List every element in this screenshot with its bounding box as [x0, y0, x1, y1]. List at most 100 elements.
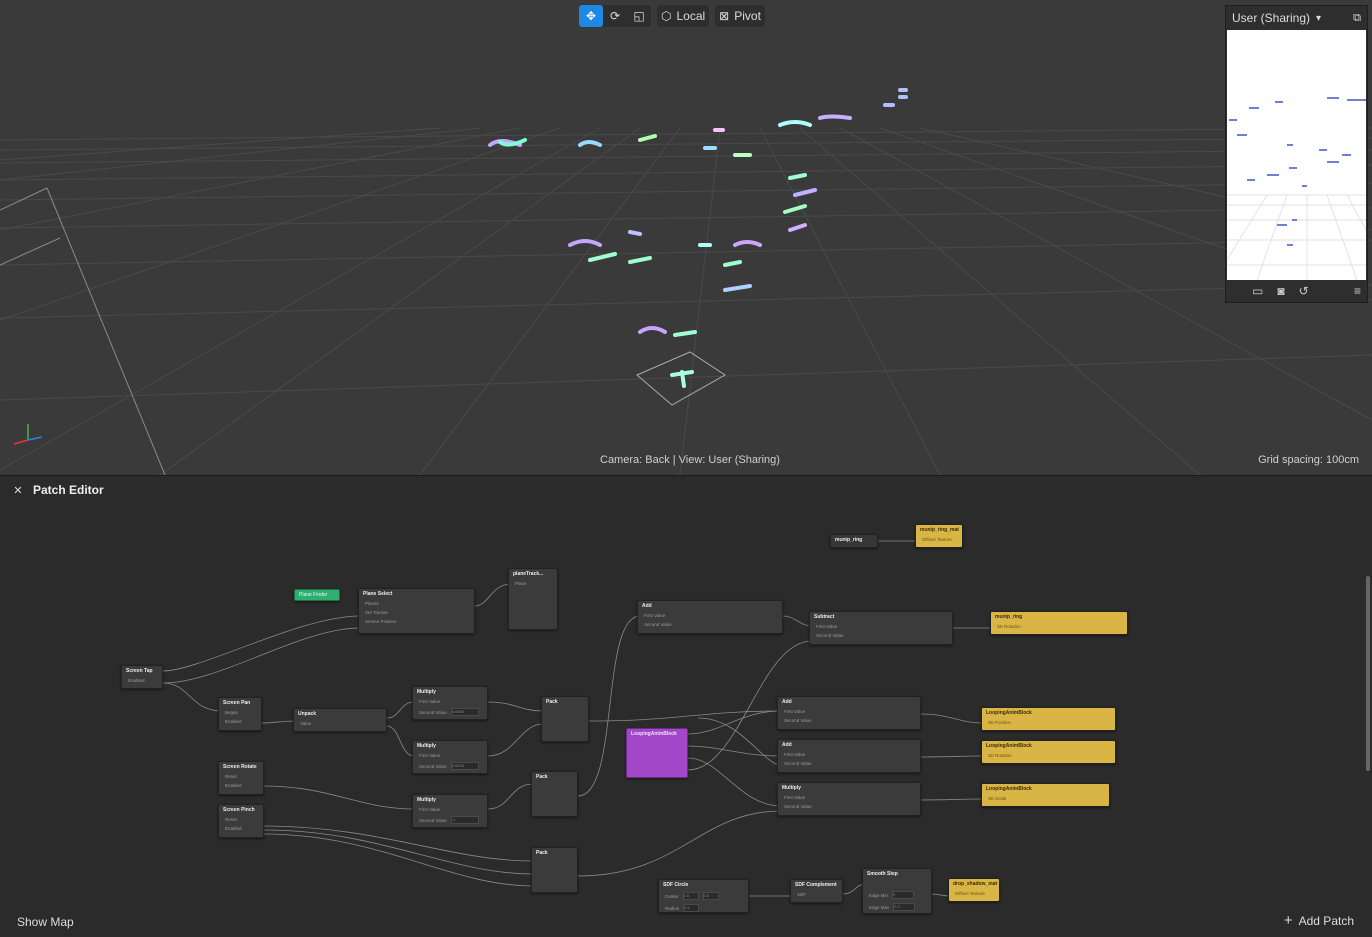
node-port-label: Center [665, 893, 679, 899]
transform-toolbar: ✥ ⟳ ◱ ⬡ Local ⊠ Pivot [579, 5, 765, 27]
patch-pack-2[interactable]: Pack [531, 771, 578, 817]
patch-sdf-circle[interactable]: SDF Circle Center 0.5 0.5 Radius 0.5 [658, 879, 749, 913]
chevron-down-icon[interactable]: ▾ [1316, 13, 1321, 24]
node-port-label: Diffuse Texture [955, 891, 985, 896]
patch-looping-anim-block[interactable]: LoopingAnimBlock [626, 728, 688, 778]
node-port-label: Second Value [784, 804, 812, 809]
screenshot-camera-icon[interactable]: ◙ [1277, 284, 1284, 298]
plus-icon: + [1283, 912, 1293, 929]
restart-icon[interactable]: ↺ [1299, 284, 1309, 298]
device-preview: User (Sharing) ▾ ⧉ ▭ ◙ ↺ ≡ [1225, 5, 1368, 303]
video-camera-icon[interactable]: ▭ [1252, 284, 1263, 298]
patch-screen-pinch[interactable]: Screen Pinch Reset Enabled [218, 804, 264, 838]
node-port-label: Reset [225, 774, 237, 779]
preview-render [1227, 97, 1366, 280]
second-value-field[interactable]: 0.0005 [450, 708, 479, 716]
patch-pack-1[interactable]: Pack [541, 696, 589, 742]
center-x-field[interactable]: 0.5 [682, 892, 699, 900]
node-port-label: Radius [665, 905, 680, 911]
move-icon: ✥ [585, 9, 597, 23]
patch-pack-3[interactable]: Pack [531, 847, 578, 893]
patch-munip-ring-mat[interactable]: munip_ring_mat Diffuse Texture [915, 524, 963, 548]
node-title: SDF Circle [663, 882, 689, 888]
patch-looping-anim-block-rotation[interactable]: LoopingAnimBlock 3D Rotation [981, 740, 1116, 764]
camera-status: Camera: Back | View: User (Sharing) [600, 454, 780, 466]
popout-icon[interactable]: ⧉ [1353, 12, 1361, 25]
node-title: LoopingAnimBlock [631, 731, 677, 737]
patch-add-1[interactable]: Add First Value Second Value [777, 696, 921, 730]
patch-multiply-1[interactable]: Multiply First Value Second Value 0.0005 [412, 686, 488, 720]
patch-smooth-step[interactable]: Smooth Step Edge Min 0 Edge Max 0.2 [862, 868, 932, 914]
node-title: Multiply [417, 797, 436, 803]
patch-subtract[interactable]: Subtract First Value Second Value [809, 611, 953, 645]
node-port-label: First Value [419, 753, 441, 758]
patch-screen-tap[interactable]: Screen Tap Enabled [121, 665, 163, 689]
node-title: LoopingAnimBlock [986, 710, 1032, 716]
center-y-field[interactable]: 0.5 [702, 892, 719, 900]
patch-multiply-2[interactable]: Multiply First Value Second Value 0.0005 [412, 740, 488, 774]
node-title: Add [782, 699, 792, 705]
node-title: SDF Complement [795, 882, 837, 888]
patch-add-top[interactable]: Add First Value Second Value [637, 600, 783, 634]
patch-plane-tracker[interactable]: planeTrack... Plane [508, 568, 558, 630]
patch-multiply-3[interactable]: Multiply First Value Second Value -1 [412, 794, 488, 828]
patch-multiply-4[interactable]: Multiply First Value Second Value [777, 782, 921, 816]
scale-tool-button[interactable]: ◱ [627, 5, 651, 27]
node-port-label: Screen Position [365, 619, 397, 624]
node-port-label: First Value [644, 613, 666, 618]
patch-wires [162, 540, 990, 897]
add-patch-button[interactable]: + Add Patch [1284, 912, 1354, 929]
second-value-field[interactable]: -1 [450, 816, 479, 824]
node-port-label: Second Value [816, 633, 844, 638]
patch-sdf-complement[interactable]: SDF Complement SDF [790, 879, 843, 903]
node-port-label: SDF [797, 892, 806, 897]
second-value-field[interactable]: 0.0005 [450, 762, 479, 770]
patch-screen-rotate[interactable]: Screen Rotate Reset Enabled [218, 761, 264, 795]
show-map-button[interactable]: Show Map [17, 915, 74, 929]
node-title: Unpack [298, 711, 317, 717]
move-tool-button[interactable]: ✥ [579, 5, 603, 27]
patch-unpack[interactable]: Unpack Value [293, 708, 387, 732]
pivot-toggle[interactable]: ⊠ Pivot [715, 5, 765, 27]
patch-plane-finder[interactable]: Plane Finder [294, 589, 340, 601]
scene-viewport[interactable]: ✥ ⟳ ◱ ⬡ Local ⊠ Pivot Camera: Back | View:… [0, 0, 1372, 475]
patch-editor-panel: ✕ Patch Editor munip_ring munip_ring_mat… [0, 475, 1372, 937]
node-title: LoopingAnimBlock [986, 786, 1032, 792]
hamburger-menu-icon[interactable]: ≡ [1354, 284, 1361, 298]
patch-looping-anim-block-scale[interactable]: LoopingAnimBlock 3D Scale [981, 783, 1110, 807]
local-label: Local [676, 9, 706, 23]
local-toggle[interactable]: ⬡ Local [657, 5, 710, 27]
edge-max-field[interactable]: 0.2 [893, 903, 916, 911]
node-title: Screen Rotate [223, 764, 257, 770]
patch-munip-ring[interactable]: munip_ring [830, 534, 878, 548]
add-patch-label: Add Patch [1298, 914, 1354, 928]
patch-looping-anim-block-position[interactable]: LoopingAnimBlock 3D Position [981, 707, 1116, 731]
node-port-label: Second Value [419, 763, 447, 769]
node-title: Multiply [417, 743, 436, 749]
edge-min-field[interactable]: 0 [892, 891, 915, 899]
node-port-label: Enabled [225, 783, 242, 788]
node-title: drop_shadow_mat [953, 881, 998, 887]
node-port-label: First Value [816, 624, 838, 629]
node-port-label: Began [225, 710, 239, 715]
node-port-label: First Value [784, 752, 806, 757]
patch-munip-ring-object[interactable]: munip_ring 3D Rotation [990, 611, 1128, 635]
patch-add-2[interactable]: Add First Value Second Value [777, 739, 921, 773]
node-title: Multiply [417, 689, 436, 695]
local-button[interactable]: ⬡ Local [657, 5, 709, 27]
pivot-icon: ⊠ [719, 9, 730, 23]
preview-header[interactable]: User (Sharing) ▾ ⧉ [1226, 6, 1367, 30]
pivot-button[interactable]: ⊠ Pivot [715, 5, 765, 27]
rotate-tool-button[interactable]: ⟳ [603, 5, 627, 27]
node-title: Multiply [782, 785, 801, 791]
node-title: munip_ring [995, 614, 1023, 620]
patch-drop-shadow-mat[interactable]: drop_shadow_mat Diffuse Texture [948, 878, 1000, 902]
radius-field[interactable]: 0.5 [683, 904, 700, 912]
device-select[interactable]: User (Sharing) [1232, 11, 1310, 25]
node-port-label: Reset [225, 817, 237, 822]
patch-editor-scrollbar[interactable] [1366, 576, 1370, 771]
transform-mode-group: ✥ ⟳ ◱ [579, 5, 651, 27]
patch-screen-pan[interactable]: Screen Pan Began Enabled [218, 697, 262, 731]
patch-plane-select[interactable]: Plane Select Planes Set Tracker Screen P… [358, 588, 475, 634]
node-port-label: 3D Rotation [997, 624, 1021, 629]
